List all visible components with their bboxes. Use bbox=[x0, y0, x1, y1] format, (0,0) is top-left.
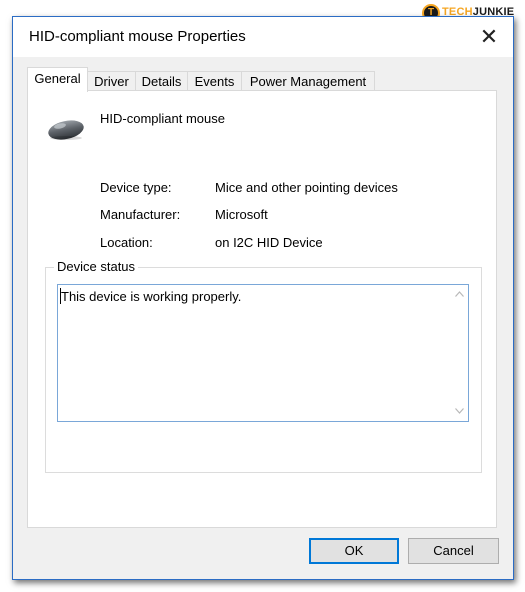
tab-general[interactable]: General bbox=[27, 67, 88, 92]
close-button[interactable]: ✕ bbox=[475, 25, 503, 49]
device-status-label: Device status bbox=[54, 259, 139, 275]
location-value: on I2C HID Device bbox=[215, 235, 323, 250]
scroll-up-icon[interactable] bbox=[454, 289, 465, 300]
tab-events[interactable]: Events bbox=[187, 71, 242, 91]
device-status-textbox[interactable]: This device is working properly. bbox=[57, 284, 469, 422]
manufacturer-label: Manufacturer: bbox=[100, 207, 181, 222]
device-type-label: Device type: bbox=[100, 180, 172, 195]
general-tab-panel: HID-compliant mouse Device type: Mice an… bbox=[27, 90, 497, 528]
location-label: Location: bbox=[100, 235, 153, 250]
device-status-text: This device is working properly. bbox=[61, 289, 242, 304]
dialog-body: General Driver Details Events Power Mana… bbox=[13, 57, 513, 579]
scroll-down-icon[interactable] bbox=[454, 406, 465, 417]
device-name: HID-compliant mouse bbox=[100, 111, 225, 126]
device-type-value: Mice and other pointing devices bbox=[215, 180, 398, 195]
title-bar[interactable]: HID-compliant mouse Properties ✕ bbox=[13, 17, 513, 57]
tab-driver[interactable]: Driver bbox=[87, 71, 136, 91]
tab-details[interactable]: Details bbox=[135, 71, 188, 91]
status-scrollbar[interactable] bbox=[451, 285, 468, 421]
mouse-icon bbox=[48, 120, 84, 140]
window-title: HID-compliant mouse Properties bbox=[29, 28, 246, 45]
close-icon: ✕ bbox=[479, 24, 499, 49]
tab-power-management[interactable]: Power Management bbox=[241, 71, 375, 91]
ok-button[interactable]: OK bbox=[309, 538, 399, 564]
cancel-button[interactable]: Cancel bbox=[408, 538, 499, 564]
manufacturer-value: Microsoft bbox=[215, 207, 268, 222]
device-status-group: Device status This device is working pro… bbox=[45, 259, 482, 473]
properties-dialog: HID-compliant mouse Properties ✕ General… bbox=[12, 16, 514, 580]
